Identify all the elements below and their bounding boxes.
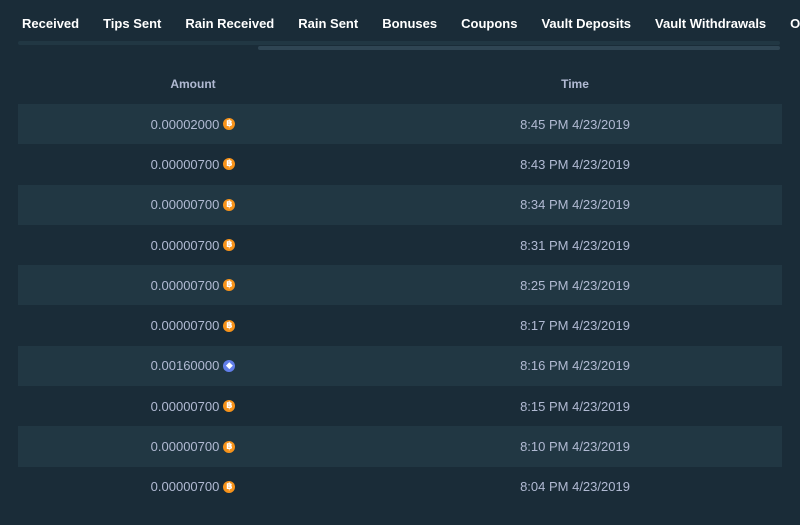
time-cell: 8:34 PM 4/23/2019 (520, 197, 630, 213)
vault-deposits-table: Amount Time 0.00002000 ฿ 8:45 PM 4/23/2019… (18, 64, 782, 507)
tab-scroll-track[interactable] (18, 41, 780, 45)
tab-list: Received Tips Sent Rain Received Rain Sent B… (10, 0, 800, 46)
table-row: 0.00000700 ฿ 8:34 PM 4/23/2019 (18, 184, 782, 225)
table-row: 0.00000700 ฿ 8:17 PM 4/23/2019 (18, 305, 782, 345)
amount-cell: 0.00000700 ฿ (18, 238, 368, 253)
amount-column-header: Amount (170, 77, 216, 91)
tab-vault-withdrawals[interactable]: Vault Withdrawals (643, 0, 778, 46)
amount-cell: 0.00000700 ฿ (18, 197, 368, 212)
table-row: 0.00160000 ◆ 8:16 PM 4/23/2019 (18, 345, 782, 387)
time-cell: 8:31 PM 4/23/2019 (520, 237, 630, 253)
table-row: 0.00002000 ฿ 8:45 PM 4/23/2019 (18, 104, 782, 145)
amount-cell: 0.00000700 ฿ (18, 439, 368, 454)
time-cell: 8:10 PM 4/23/2019 (520, 439, 630, 455)
time-cell: 8:04 PM 4/23/2019 (520, 479, 630, 495)
table-row: 0.00000700 ฿ 8:43 PM 4/23/2019 (18, 144, 782, 184)
amount-value: 0.00000700 (150, 398, 220, 414)
time-cell: 8:17 PM 4/23/2019 (520, 318, 630, 334)
tab-rain-received[interactable]: Rain Received (173, 0, 286, 46)
amount-cell: 0.00000700 ฿ (18, 157, 368, 172)
table-row: 0.00000700 ฿ 8:10 PM 4/23/2019 (18, 426, 782, 467)
amount-value: 0.00000700 (150, 479, 220, 495)
time-cell: 8:16 PM 4/23/2019 (520, 358, 630, 374)
bitcoin-icon: ฿ (223, 118, 236, 131)
time-cell: 8:43 PM 4/23/2019 (520, 156, 630, 172)
amount-value: 0.00000700 (150, 318, 220, 334)
table-row: 0.00000700 ฿ 8:25 PM 4/23/2019 (18, 265, 782, 306)
bitcoin-icon: ฿ (223, 480, 236, 493)
amount-value: 0.00160000 (150, 358, 220, 374)
table-body: 0.00002000 ฿ 8:45 PM 4/23/2019 0.00000700 ฿ 8… (18, 104, 782, 507)
amount-cell: 0.00000700 ฿ (18, 318, 368, 333)
amount-cell: 0.00000700 ฿ (18, 479, 368, 494)
bitcoin-icon: ฿ (223, 319, 236, 332)
tab-scroll-thumb[interactable] (258, 46, 780, 50)
tab-vault-deposits[interactable]: Vault Deposits (529, 0, 643, 46)
bitcoin-icon: ฿ (223, 400, 236, 413)
amount-value: 0.00000700 (150, 277, 220, 293)
tabs-bar: Received Tips Sent Rain Received Rain Sent B… (0, 0, 800, 50)
amount-cell: 0.00002000 ฿ (18, 117, 368, 132)
amount-value: 0.00000700 (150, 197, 220, 213)
tab-bonuses[interactable]: Bonuses (370, 0, 449, 46)
amount-cell: 0.00000700 ฿ (18, 399, 368, 414)
bitcoin-icon: ฿ (223, 198, 236, 211)
amount-value: 0.00000700 (150, 156, 220, 172)
tab-rain-sent[interactable]: Rain Sent (286, 0, 370, 46)
tab-other[interactable]: Other (778, 0, 800, 46)
bitcoin-icon: ฿ (223, 158, 236, 171)
amount-cell: 0.00160000 ◆ (18, 358, 368, 373)
amount-cell: 0.00000700 ฿ (18, 278, 368, 293)
tab-received[interactable]: Received (10, 0, 91, 46)
table-row: 0.00000700 ฿ 8:15 PM 4/23/2019 (18, 386, 782, 426)
amount-value: 0.00000700 (150, 439, 220, 455)
tab-tips-sent[interactable]: Tips Sent (91, 0, 173, 46)
table-row: 0.00000700 ฿ 8:31 PM 4/23/2019 (18, 225, 782, 265)
table-row: 0.00000700 ฿ 8:04 PM 4/23/2019 (18, 467, 782, 507)
bitcoin-icon: ฿ (223, 239, 236, 252)
time-cell: 8:45 PM 4/23/2019 (520, 116, 630, 132)
amount-value: 0.00002000 (150, 116, 220, 132)
tab-coupons[interactable]: Coupons (449, 0, 529, 46)
amount-value: 0.00000700 (150, 237, 220, 253)
time-cell: 8:25 PM 4/23/2019 (520, 277, 630, 293)
bitcoin-icon: ฿ (223, 440, 236, 453)
bitcoin-icon: ฿ (223, 279, 236, 292)
table-header: Amount Time (18, 64, 782, 104)
ethereum-icon: ◆ (223, 359, 236, 372)
time-column-header: Time (561, 77, 589, 91)
time-cell: 8:15 PM 4/23/2019 (520, 398, 630, 414)
